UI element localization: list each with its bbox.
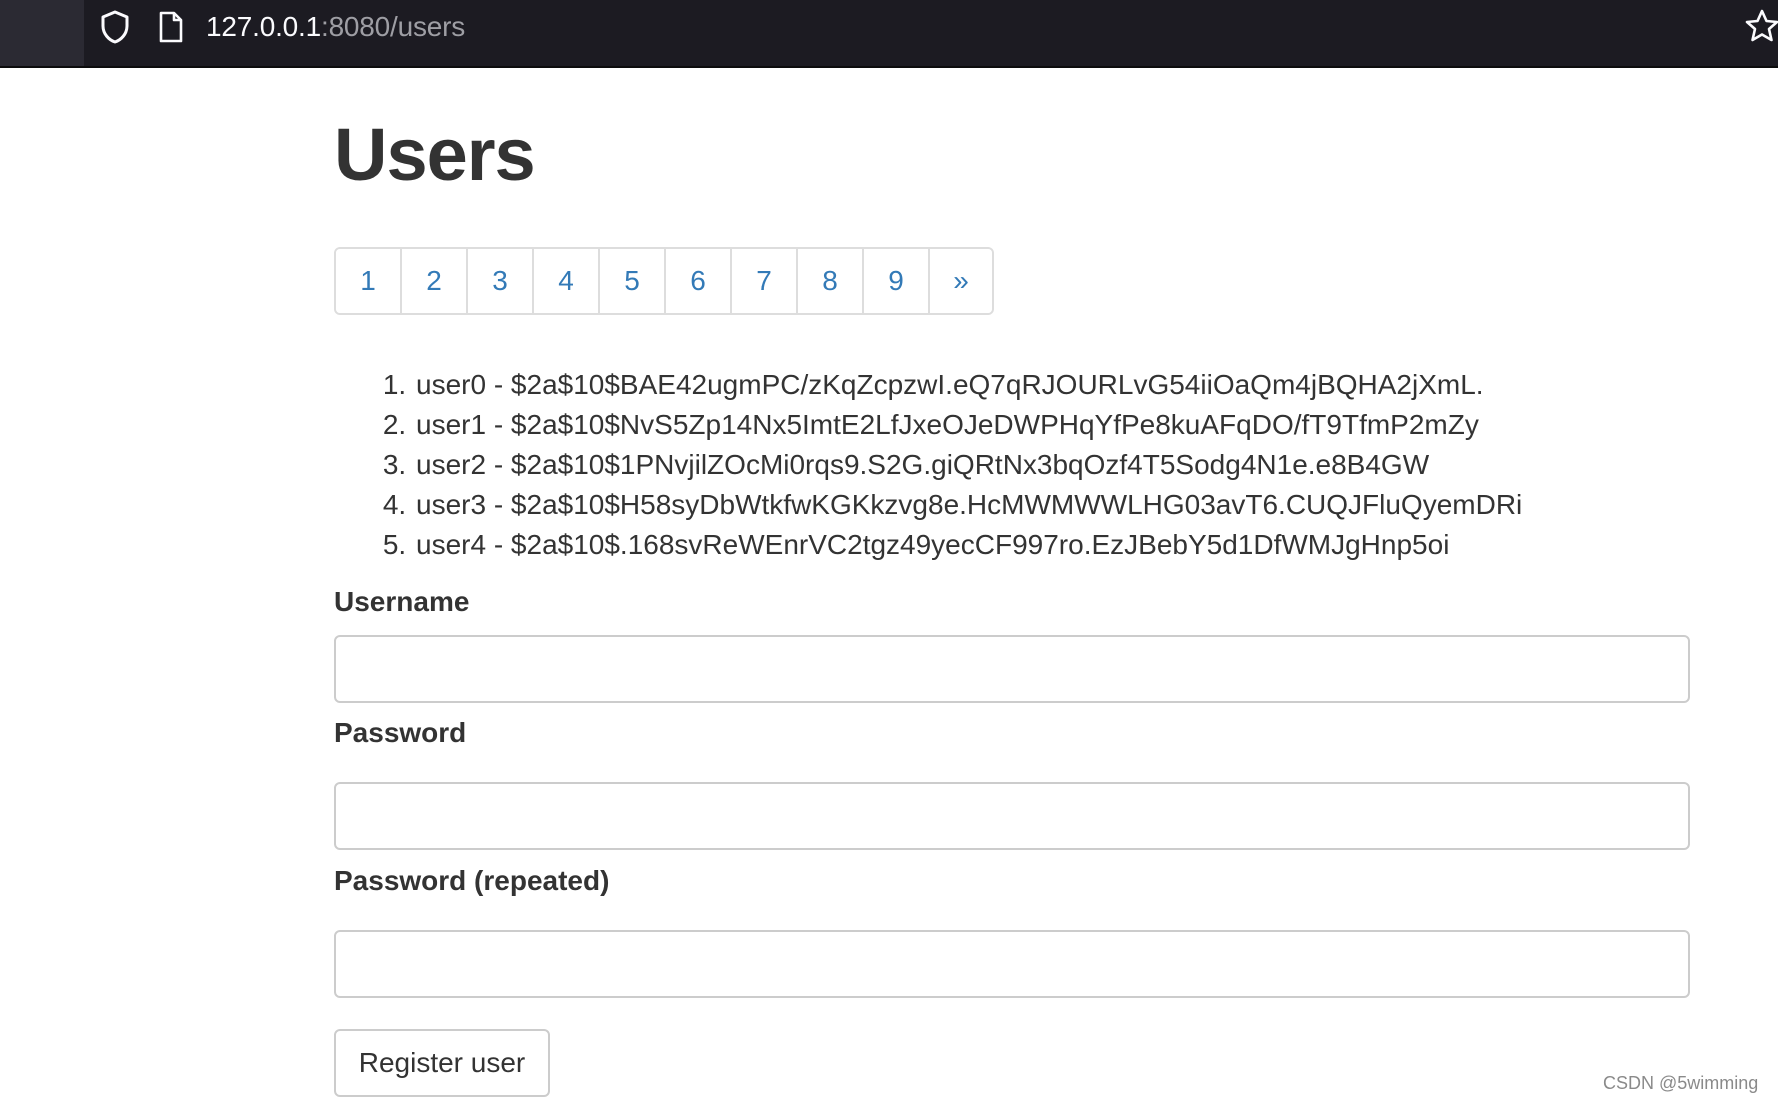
list-item: user2 - $2a$10$1PNvjilZOcMi0rqs9.S2G.giQ… (414, 445, 1522, 485)
password-label: Password (334, 717, 467, 748)
page-link-8[interactable]: 8 (798, 249, 864, 313)
list-item: user3 - $2a$10$H58syDbWtkfwKGKkzvg8e.HcM… (414, 485, 1522, 525)
register-user-button[interactable]: Register user (334, 1029, 550, 1097)
user-list: user0 - $2a$10$BAE42ugmPC/zKqZcpzwI.eQ7q… (414, 365, 1522, 565)
page-link-7[interactable]: 7 (732, 249, 798, 313)
url-host: 127.0.0.1 (206, 11, 321, 42)
list-item: user0 - $2a$10$BAE42ugmPC/zKqZcpzwI.eQ7q… (414, 365, 1522, 405)
pagination: 1 2 3 4 5 6 7 8 9 » (334, 247, 994, 315)
watermark: CSDN @5wimming (1603, 1073, 1759, 1093)
username-label: Username (334, 586, 470, 617)
browser-toolbar: 127.0.0.1:8080/users (0, 0, 1778, 68)
page-link-next[interactable]: » (930, 249, 992, 313)
page-link-6[interactable]: 6 (666, 249, 732, 313)
url-text[interactable]: 127.0.0.1:8080/users (206, 10, 465, 44)
toolbar-left-area (0, 0, 84, 66)
password-repeated-label: Password (repeated) (334, 865, 610, 896)
bookmark-star-icon[interactable] (1744, 8, 1778, 44)
password-field[interactable] (334, 782, 1690, 850)
shield-icon[interactable] (100, 10, 130, 44)
page-icon[interactable] (158, 11, 184, 43)
page-link-5[interactable]: 5 (600, 249, 666, 313)
page-link-9[interactable]: 9 (864, 249, 930, 313)
page-link-2[interactable]: 2 (402, 249, 468, 313)
username-field[interactable] (334, 635, 1690, 703)
password-repeated-field[interactable] (334, 930, 1690, 998)
url-path: :8080/users (320, 11, 466, 42)
page-link-4[interactable]: 4 (534, 249, 600, 313)
page-title: Users (334, 113, 536, 196)
page-link-3[interactable]: 3 (468, 249, 534, 313)
list-item: user4 - $2a$10$.168svReWEnrVC2tgz49yecCF… (414, 525, 1522, 565)
page-link-1[interactable]: 1 (336, 249, 402, 313)
list-item: user1 - $2a$10$NvS5Zp14Nx5ImtE2LfJxeOJeD… (414, 405, 1522, 445)
